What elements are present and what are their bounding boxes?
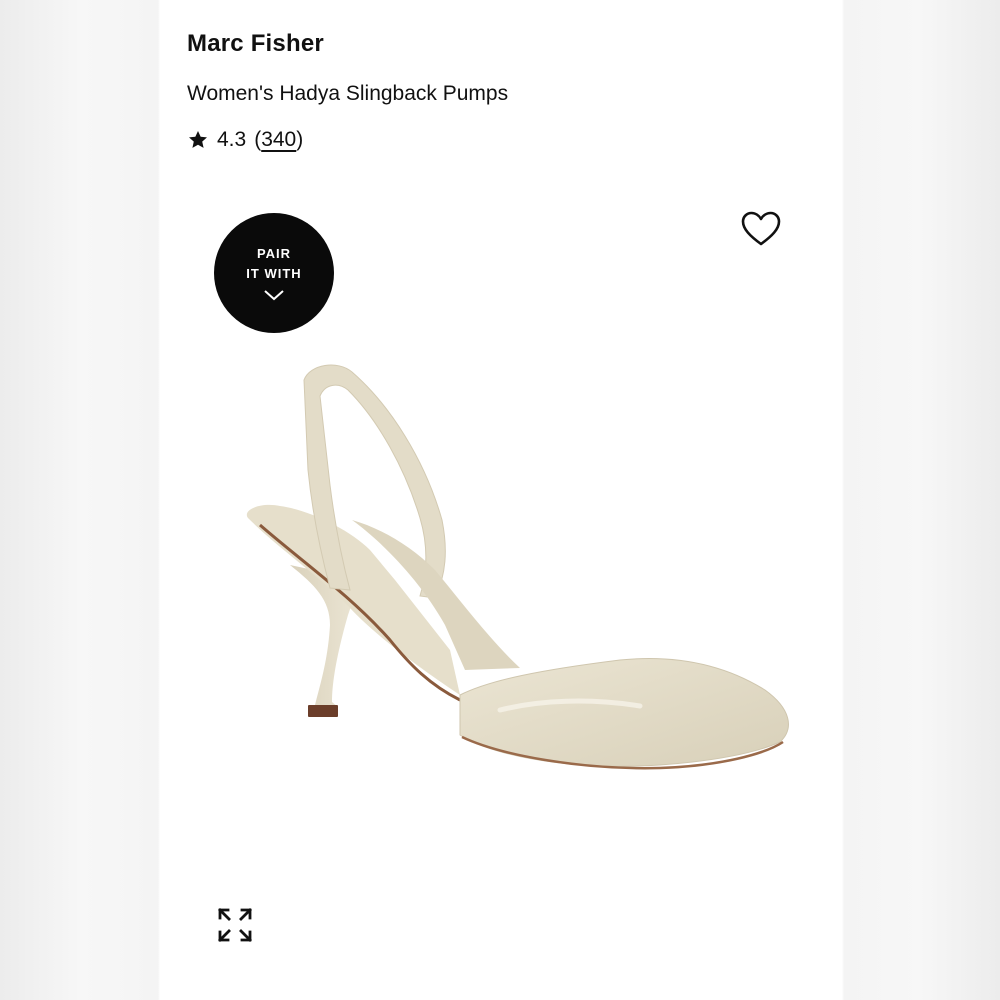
- brand-name[interactable]: Marc Fisher: [187, 30, 324, 58]
- pair-label-line1: PAIR: [256, 246, 292, 261]
- product-panel: Marc Fisher Women's Hadya Slingback Pump…: [160, 0, 842, 1000]
- heel-tip: [308, 705, 338, 717]
- pair-it-with-button[interactable]: PAIR IT WITH: [214, 213, 334, 333]
- expand-icon[interactable]: [216, 906, 254, 944]
- chevron-down-icon: [264, 290, 284, 301]
- review-count-link[interactable]: 340: [261, 128, 296, 151]
- star-icon: [189, 131, 207, 148]
- heart-icon[interactable]: [740, 210, 782, 248]
- close-paren: ): [296, 128, 304, 151]
- pair-label-line2: IT WITH: [246, 266, 302, 281]
- product-title: Women's Hadya Slingback Pumps: [187, 82, 509, 105]
- review-count-wrapper: (340): [254, 128, 303, 152]
- product-image-slingback-pump[interactable]: [220, 350, 800, 810]
- rating-score: 4.3: [217, 128, 247, 151]
- product-rating: 4.3 (340): [187, 128, 303, 152]
- page-frame: Marc Fisher Women's Hadya Slingback Pump…: [0, 0, 1000, 1000]
